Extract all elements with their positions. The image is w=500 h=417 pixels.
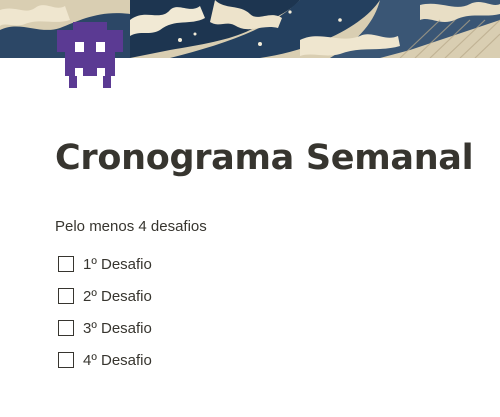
todo-label[interactable]: 4º Desafio — [83, 352, 152, 369]
todo-label[interactable]: 3º Desafio — [83, 320, 152, 337]
todo-item[interactable]: 1º Desafio — [58, 248, 152, 280]
todo-label[interactable]: 2º Desafio — [83, 288, 152, 305]
checkbox[interactable] — [58, 256, 74, 272]
todo-label[interactable]: 1º Desafio — [83, 256, 152, 273]
space-invader-icon[interactable] — [55, 20, 125, 92]
todo-item[interactable]: 3º Desafio — [58, 312, 152, 344]
todo-item[interactable]: 4º Desafio — [58, 344, 152, 376]
todo-item[interactable]: 2º Desafio — [58, 280, 152, 312]
intro-text[interactable]: Pelo menos 4 desafios — [55, 218, 207, 235]
checkbox[interactable] — [58, 288, 74, 304]
checkbox[interactable] — [58, 320, 74, 336]
todo-list: 1º Desafio 2º Desafio 3º Desafio 4º Desa… — [58, 248, 152, 376]
page-title[interactable]: Cronograma Semanal — [55, 138, 474, 178]
checkbox[interactable] — [58, 352, 74, 368]
